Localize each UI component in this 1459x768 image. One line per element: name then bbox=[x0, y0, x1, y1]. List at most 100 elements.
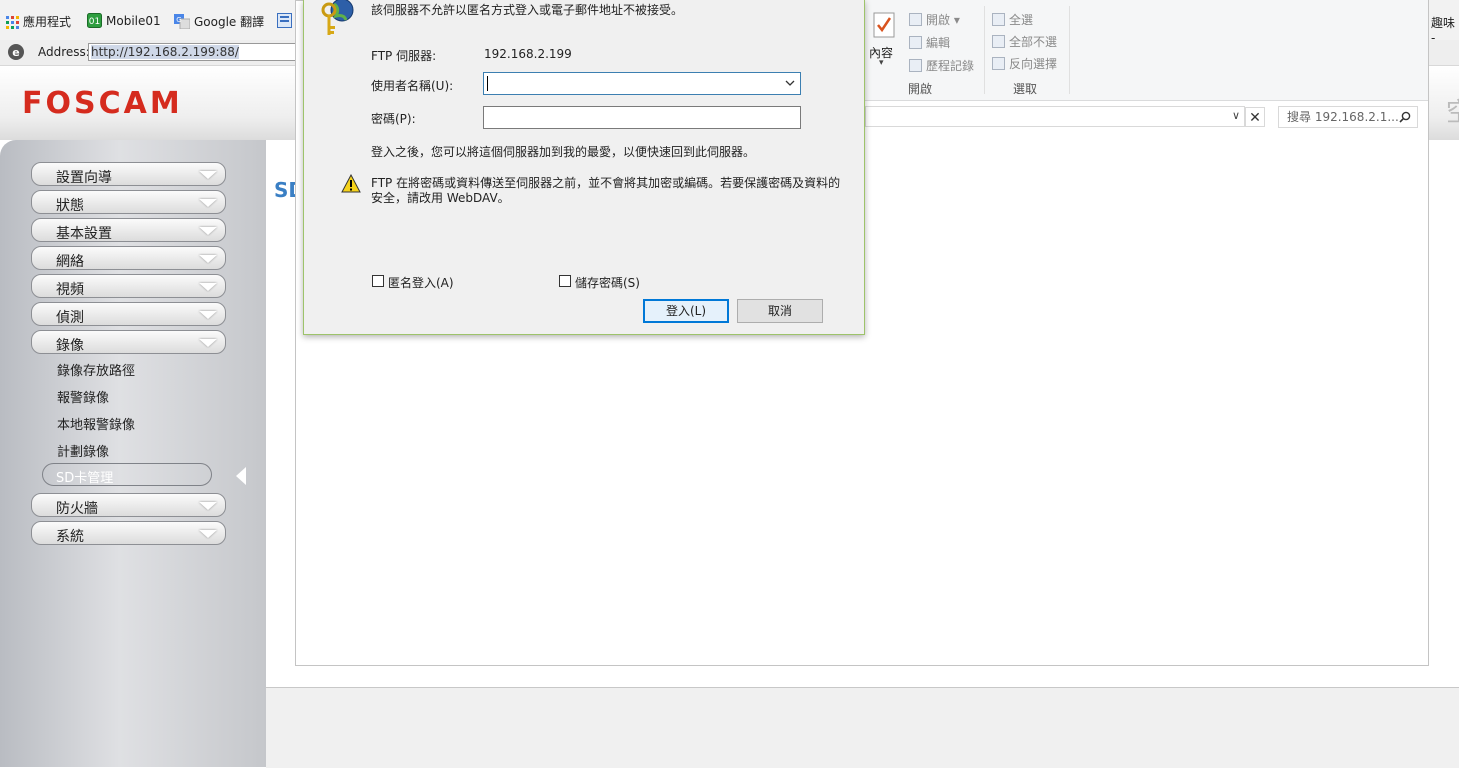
bookmark-label: Google 翻譯 bbox=[194, 15, 265, 29]
menu-label: 系統 bbox=[56, 529, 84, 545]
open-button[interactable]: 開啟 ▾ bbox=[909, 11, 960, 28]
text-caret bbox=[487, 76, 488, 91]
password-label: 密碼(P): bbox=[371, 112, 416, 126]
submenu-schedule-record[interactable]: 計劃錄像 bbox=[57, 441, 109, 460]
invert-selection-button[interactable]: 反向選擇 bbox=[992, 55, 1057, 72]
select-none-button[interactable]: 全部不選 bbox=[992, 33, 1057, 50]
mobile01-icon: 01 bbox=[87, 13, 102, 28]
properties-dropdown-icon[interactable]: ▾ bbox=[879, 58, 884, 68]
bookmark-google-translate[interactable]: G Google 翻譯 bbox=[174, 13, 264, 30]
login-button[interactable]: 登入(L) bbox=[643, 299, 729, 323]
favorites-note: 登入之後，您可以將這個伺服器加到我的最愛，以便快速回到此伺服器。 bbox=[371, 145, 756, 159]
ribbon-separator bbox=[984, 6, 985, 94]
chevron-down-icon bbox=[199, 171, 217, 179]
address-input[interactable]: http://192.168.2.199:88/ bbox=[88, 43, 322, 61]
anonymous-checkbox[interactable] bbox=[372, 275, 384, 287]
username-label: 使用者名稱(U): bbox=[371, 79, 454, 93]
ribbon-label: 歷程記錄 bbox=[926, 59, 975, 73]
chevron-down-icon bbox=[199, 227, 217, 235]
menu-label: 視頻 bbox=[56, 282, 84, 298]
key-globe-icon bbox=[321, 0, 354, 35]
partial-title-char: 空 bbox=[1446, 92, 1459, 129]
menu-video[interactable]: 視頻 bbox=[31, 274, 226, 298]
ftp-server-label: FTP 伺服器: bbox=[371, 49, 437, 63]
select-all-icon bbox=[992, 13, 1005, 26]
warning-text-line2: 安全，請改用 WebDAV。 bbox=[371, 191, 510, 205]
chevron-down-icon bbox=[199, 199, 217, 207]
open-icon bbox=[909, 13, 922, 26]
explorer-path-input[interactable]: ∨ bbox=[865, 106, 1245, 127]
address-url-text: http://192.168.2.199:88/ bbox=[91, 45, 239, 59]
chevron-down-icon bbox=[199, 311, 217, 319]
save-password-label[interactable]: 儲存密碼(S) bbox=[575, 274, 640, 291]
edit-icon bbox=[909, 36, 922, 49]
chevron-down-icon bbox=[199, 255, 217, 263]
properties-check-icon bbox=[873, 12, 895, 38]
menu-label: 偵測 bbox=[56, 310, 84, 326]
group-label-select: 選取 bbox=[1013, 82, 1038, 96]
bookmark-overflow[interactable]: 趣味 - bbox=[1430, 0, 1459, 45]
ftp-server-value: 192.168.2.199 bbox=[484, 47, 572, 61]
menu-record[interactable]: 錄像 bbox=[31, 330, 226, 354]
chevron-down-icon bbox=[199, 502, 217, 510]
bookmark-label: 應用程式 bbox=[23, 15, 72, 29]
group-label-open: 開啟 bbox=[908, 82, 933, 96]
submenu-local-alarm-record[interactable]: 本地報警錄像 bbox=[57, 414, 135, 433]
apps-grid-icon bbox=[6, 16, 19, 29]
menu-label: 設置向導 bbox=[56, 170, 112, 186]
menu-network[interactable]: 網絡 bbox=[31, 246, 226, 270]
bookmark-apps[interactable]: 應用程式 bbox=[6, 13, 71, 30]
anonymous-label[interactable]: 匿名登入(A) bbox=[388, 274, 454, 291]
chevron-down-icon bbox=[199, 530, 217, 538]
menu-label: 基本設置 bbox=[56, 226, 112, 242]
select-all-button[interactable]: 全選 bbox=[992, 11, 1033, 28]
menu-setup-wizard[interactable]: 設置向導 bbox=[31, 162, 226, 186]
search-icon[interactable] bbox=[1399, 111, 1411, 123]
ie-icon: e bbox=[8, 44, 24, 60]
google-translate-icon: G bbox=[174, 14, 190, 29]
warning-icon bbox=[341, 174, 361, 193]
menu-basic-settings[interactable]: 基本設置 bbox=[31, 218, 226, 242]
bookmark-mobile01[interactable]: 01 Mobile01 bbox=[87, 13, 161, 28]
menu-status[interactable]: 狀態 bbox=[31, 190, 226, 214]
menu-system[interactable]: 系統 bbox=[31, 521, 226, 545]
ribbon-label: 編輯 bbox=[926, 36, 951, 50]
bookmark-icon[interactable] bbox=[277, 13, 292, 28]
history-icon bbox=[909, 59, 922, 72]
explorer-ribbon: 內容 ▾ 開啟 ▾ 編輯 歷程記錄 開啟 全選 全部不選 反向選擇 選取 bbox=[865, 0, 1428, 101]
edit-button[interactable]: 編輯 bbox=[909, 34, 950, 51]
menu-label: 網絡 bbox=[56, 254, 84, 270]
menu-label: 防火牆 bbox=[56, 501, 98, 517]
submenu-sd-card-management[interactable]: SD卡管理 bbox=[42, 463, 212, 486]
password-input[interactable] bbox=[483, 106, 801, 129]
ftp-login-dialog: 該伺服器不允許以匿名方式登入或電子郵件地址不被接受。 FTP 伺服器: 192.… bbox=[303, 0, 865, 335]
menu-firewall[interactable]: 防火牆 bbox=[31, 493, 226, 517]
save-password-checkbox[interactable] bbox=[559, 275, 571, 287]
ribbon-label: 開啟 ▾ bbox=[926, 13, 960, 27]
chevron-down-icon[interactable] bbox=[784, 77, 796, 89]
menu-detection[interactable]: 偵測 bbox=[31, 302, 226, 326]
svg-text:e: e bbox=[12, 46, 19, 59]
active-pointer-icon bbox=[236, 467, 246, 485]
explorer-search-input[interactable]: 搜尋 192.168.2.1... bbox=[1278, 106, 1418, 128]
history-button[interactable]: 歷程記錄 bbox=[909, 57, 974, 74]
username-combobox[interactable] bbox=[483, 72, 801, 95]
svg-text:G: G bbox=[176, 16, 181, 24]
ribbon-label: 全部不選 bbox=[1009, 35, 1058, 49]
submenu-record-path[interactable]: 錄像存放路徑 bbox=[57, 360, 135, 379]
submenu-alarm-record[interactable]: 報警錄像 bbox=[57, 387, 109, 406]
ribbon-label: 反向選擇 bbox=[1009, 57, 1058, 71]
path-clear-button[interactable]: ✕ bbox=[1245, 107, 1265, 127]
chevron-down-icon[interactable]: ∨ bbox=[1232, 109, 1240, 122]
camera-sidebar: 設置向導 狀態 基本設置 網絡 視頻 偵測 錄像 錄像存放路徑 報警錄像 本地報… bbox=[0, 140, 266, 767]
menu-label: 狀態 bbox=[56, 198, 84, 214]
ribbon-label: 全選 bbox=[1009, 13, 1034, 27]
address-path-row: ∨ bbox=[865, 106, 1265, 128]
cancel-button[interactable]: 取消 bbox=[737, 299, 823, 323]
svg-text:01: 01 bbox=[89, 17, 100, 27]
menu-label: 錄像 bbox=[56, 338, 84, 354]
search-placeholder: 搜尋 192.168.2.1... bbox=[1287, 110, 1399, 124]
chevron-down-icon bbox=[199, 283, 217, 291]
invert-selection-icon bbox=[992, 57, 1005, 70]
ribbon-separator bbox=[1069, 6, 1070, 94]
